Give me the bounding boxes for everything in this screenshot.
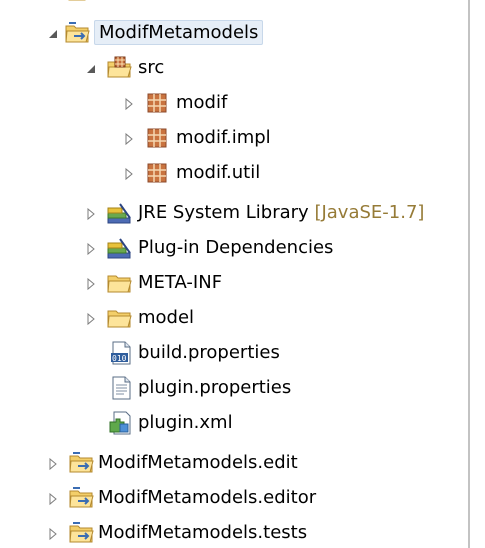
collapsed-twisty-icon[interactable]	[122, 97, 136, 111]
collapsed-twisty-icon[interactable]	[122, 167, 136, 181]
tree-item-project-edit[interactable]: ModifMetamodels.edit	[0, 446, 467, 482]
jre-library-label: JRE System Library	[138, 202, 309, 223]
package-icon	[147, 163, 167, 183]
folder-icon	[107, 275, 132, 293]
tree-item-package-modif-util[interactable]: modif.util	[0, 156, 467, 192]
properties-file-icon: 010	[111, 341, 131, 365]
tree-item-plugin-properties[interactable]: plugin.properties	[0, 371, 467, 407]
project-label: ModifMetamodels.editor	[98, 487, 317, 508]
tree-item-project-tests[interactable]: ModifMetamodels.tests	[0, 516, 467, 548]
project-folder-icon	[69, 522, 94, 543]
plugin-xml-label: plugin.xml	[138, 412, 233, 433]
build-properties-label: build.properties	[138, 342, 280, 363]
collapsed-twisty-icon[interactable]	[84, 312, 98, 326]
plugin-dependencies-label: Plug-in Dependencies	[138, 237, 334, 258]
collapsed-twisty-icon[interactable]	[46, 492, 60, 506]
tree-item-plugin-xml[interactable]: plugin.xml	[0, 406, 467, 442]
project-folder-icon	[65, 22, 90, 43]
source-folder-icon	[107, 56, 132, 78]
panel-border	[468, 0, 470, 548]
tree-item-model[interactable]: model	[0, 301, 467, 337]
project-label: ModifMetamodels.edit	[98, 452, 298, 473]
package-icon	[147, 93, 167, 113]
jre-version-decoration: [JavaSE-1.7]	[314, 202, 425, 223]
tree-item-jre-library[interactable]: JRE System Library [JavaSE-1.7]	[0, 196, 467, 232]
text-file-icon	[112, 376, 131, 400]
package-label: modif	[176, 92, 228, 113]
tree-item-root-project[interactable]: ModifMetamodels	[0, 16, 467, 52]
collapsed-twisty-icon[interactable]	[122, 132, 136, 146]
expanded-twisty-icon[interactable]	[84, 62, 98, 76]
tree-item-package-modif[interactable]: modif	[0, 86, 467, 122]
tree-item-meta-inf[interactable]: META-INF	[0, 266, 467, 302]
library-icon	[107, 203, 131, 224]
tree-item-package-modif-impl[interactable]: modif.impl	[0, 121, 467, 157]
plugin-xml-icon	[109, 411, 131, 435]
meta-inf-label: META-INF	[138, 272, 223, 293]
partial-item-icon	[68, 0, 86, 1]
collapsed-twisty-icon[interactable]	[46, 527, 60, 541]
package-explorer: ModifMetamodels src modif modif.impl mod…	[0, 0, 485, 548]
tree-item-build-properties[interactable]: 010 build.properties	[0, 336, 467, 372]
model-label: model	[138, 307, 195, 328]
project-folder-icon	[69, 452, 94, 473]
project-folder-icon	[69, 487, 94, 508]
src-label: src	[138, 57, 165, 78]
tree-item-src[interactable]: src	[0, 51, 467, 87]
package-label: modif.util	[176, 162, 261, 183]
package-label: modif.impl	[176, 127, 271, 148]
project-label: ModifMetamodels.tests	[98, 522, 308, 543]
collapsed-twisty-icon[interactable]	[84, 207, 98, 221]
root-project-label: ModifMetamodels	[94, 20, 264, 45]
collapsed-twisty-icon[interactable]	[84, 277, 98, 291]
tree-item-plugin-dependencies[interactable]: Plug-in Dependencies	[0, 231, 467, 267]
folder-icon	[107, 310, 132, 328]
collapsed-twisty-icon[interactable]	[84, 242, 98, 256]
collapsed-twisty-icon[interactable]	[46, 457, 60, 471]
svg-text:010: 010	[112, 354, 127, 363]
plugin-properties-label: plugin.properties	[138, 377, 292, 398]
tree-item-project-editor[interactable]: ModifMetamodels.editor	[0, 481, 467, 517]
expanded-twisty-icon[interactable]	[46, 27, 60, 41]
package-icon	[147, 128, 167, 148]
library-icon	[107, 238, 131, 259]
